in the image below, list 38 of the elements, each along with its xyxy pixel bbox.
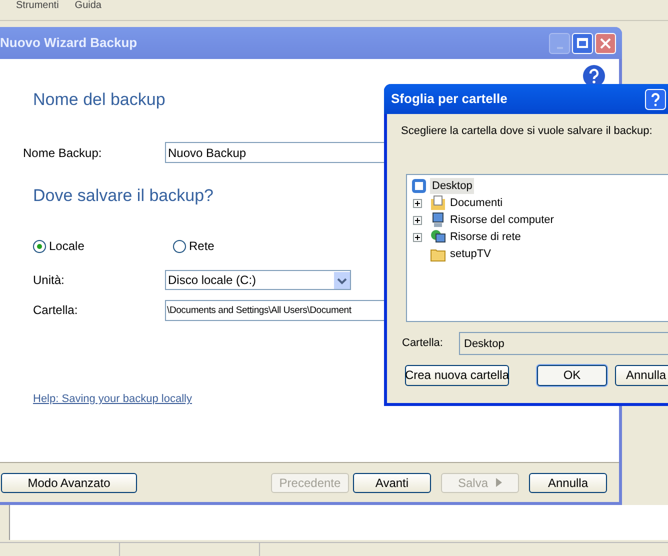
field-label: Nome Backup:: [23, 144, 103, 162]
dialog-button[interactable]: Modo Avanzato: [1, 472, 137, 492]
tree-item[interactable]: setupTV: [449, 246, 492, 262]
menu-item[interactable]: Strumenti: [16, 0, 59, 12]
radio-option[interactable]: Locale: [33, 238, 173, 254]
window-title: Sfoglia per cartelle: [391, 90, 508, 108]
expand-icon[interactable]: [412, 198, 422, 208]
help-button[interactable]: [645, 88, 666, 110]
computer-icon: [430, 212, 446, 228]
tree-item[interactable]: Risorse del computer: [449, 212, 555, 228]
tree-item[interactable]: Documenti: [449, 194, 504, 212]
menu-item[interactable]: Guida: [74, 0, 102, 12]
window-title: Nuovo Wizard Backup: [0, 34, 138, 52]
dialog-button[interactable]: OK: [537, 364, 607, 386]
field-label: Unità:: [33, 272, 66, 289]
section-heading: Dove salvare il backup?: [33, 184, 214, 206]
dialog-prompt: Scegliere la cartella dove si vuole salvare il backup:: [401, 124, 654, 139]
tree-item[interactable]: Desktop: [430, 178, 474, 194]
network-computer-icon: [430, 229, 446, 245]
dialog-button[interactable]: Annulla: [615, 364, 668, 386]
dialog-button[interactable]: Avanti: [353, 472, 431, 492]
maximize-button[interactable]: [572, 32, 593, 54]
desktop-icon: [411, 178, 427, 194]
drive-dropdown[interactable]: Disco locale (C:): [165, 270, 351, 290]
folder-name-input-field[interactable]: Desktop: [459, 332, 668, 355]
close-icon: [600, 38, 611, 48]
documents-folder-icon: [430, 195, 446, 211]
dialog-button[interactable]: Annulla: [529, 472, 607, 492]
field-label: Cartella:: [402, 336, 444, 352]
radio-option[interactable]: Rete: [173, 238, 313, 254]
section-heading: Nome del backup: [33, 89, 166, 111]
close-button[interactable]: [595, 32, 616, 54]
arrow-icon: [496, 478, 502, 487]
help-link[interactable]: Help: Saving your backup locally: [33, 391, 192, 408]
expand-icon[interactable]: [412, 232, 422, 242]
tree-item[interactable]: Risorse di rete: [449, 228, 522, 246]
field-label: Cartella:: [33, 302, 79, 319]
expand-icon[interactable]: [412, 216, 422, 224]
